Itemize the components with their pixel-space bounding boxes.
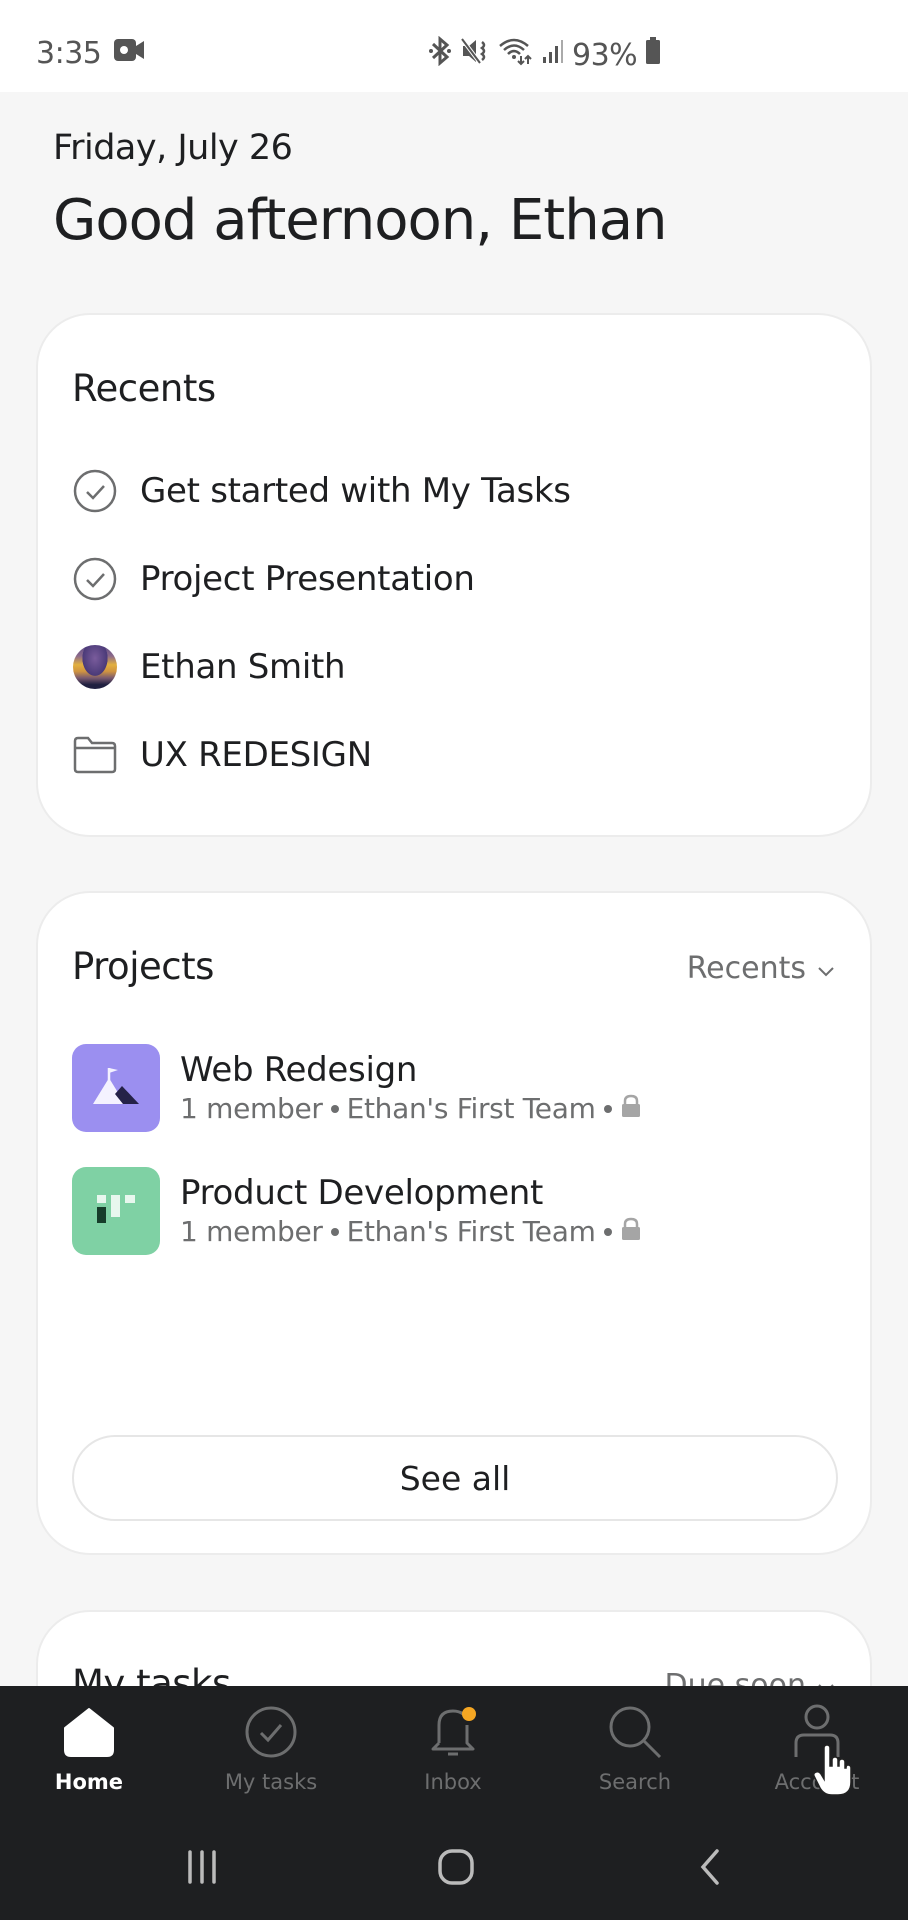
user-avatar-image <box>73 645 117 689</box>
sort-label: Recents <box>686 951 806 986</box>
status-bar: 3:35 93% <box>0 0 908 92</box>
projects-card: Projects Recents Web Redesign 1 member E… <box>36 891 872 1555</box>
bell-icon <box>425 1704 481 1760</box>
separator-dot <box>330 1105 339 1113</box>
greeting-heading: Good afternoon, Ethan <box>53 188 668 253</box>
search-icon <box>606 1704 664 1760</box>
battery-icon <box>645 36 661 74</box>
battery-percent: 93% <box>572 37 638 73</box>
status-right: 93% <box>428 35 661 74</box>
notification-badge <box>462 1707 476 1721</box>
project-text: Product Development 1 member Ethan's Fir… <box>180 1172 642 1250</box>
separator-dot <box>603 1105 612 1113</box>
date-label: Friday, July 26 <box>53 128 293 168</box>
bottom-navigation: Home My tasks Inbox Search Account <box>0 1686 908 1920</box>
lock-icon <box>620 1091 642 1127</box>
mountain-flag-icon <box>91 1064 141 1112</box>
tab-label: Home <box>54 1770 124 1794</box>
back-chevron-icon <box>698 1848 722 1890</box>
recent-item[interactable]: Project Presentation <box>72 549 832 609</box>
project-name: Web Redesign <box>180 1050 418 1090</box>
project-team: Ethan's First Team <box>346 1092 596 1125</box>
recents-title: Recents <box>72 367 216 410</box>
tab-account[interactable]: Account <box>742 1704 892 1804</box>
tab-inbox[interactable]: Inbox <box>378 1704 528 1804</box>
system-navigation-bar <box>0 1814 908 1920</box>
project-tile <box>72 1044 160 1132</box>
check-circle-icon <box>244 1704 298 1760</box>
signal-icon <box>542 37 564 73</box>
recent-item-label: Get started with My Tasks <box>140 471 571 511</box>
project-meta: 1 member Ethan's First Team <box>180 1214 642 1250</box>
check-circle-icon <box>72 468 118 514</box>
recents-card: Recents Get started with My Tasks Projec… <box>36 313 872 837</box>
projects-sort-dropdown[interactable]: Recents <box>687 951 836 986</box>
tab-label: Inbox <box>424 1770 482 1794</box>
mute-icon <box>460 36 490 74</box>
folder-icon <box>72 732 118 778</box>
project-members: 1 member <box>180 1215 323 1248</box>
tab-label: Search <box>598 1770 672 1794</box>
recent-apps-button[interactable] <box>162 1844 242 1894</box>
recent-item-label: Project Presentation <box>140 559 475 599</box>
wifi-icon <box>498 36 534 74</box>
recent-item-label: Ethan Smith <box>140 647 346 687</box>
projects-title: Projects <box>72 945 214 988</box>
recent-item-label: UX REDESIGN <box>140 735 372 775</box>
home-circle-icon <box>437 1848 475 1890</box>
home-system-button[interactable] <box>416 1844 496 1894</box>
bluetooth-icon <box>428 35 452 74</box>
check-circle-icon <box>72 556 118 602</box>
tab-my-tasks[interactable]: My tasks <box>196 1704 346 1804</box>
recent-item[interactable]: Ethan Smith <box>72 637 832 697</box>
chevron-down-icon <box>816 951 836 986</box>
lock-icon <box>620 1214 642 1250</box>
project-team: Ethan's First Team <box>346 1215 596 1248</box>
separator-dot <box>330 1228 339 1236</box>
project-text: Web Redesign 1 member Ethan's First Team <box>180 1049 642 1127</box>
back-button[interactable] <box>670 1844 750 1894</box>
status-left: 3:35 <box>36 36 145 71</box>
status-time: 3:35 <box>36 36 102 71</box>
person-icon <box>792 1704 842 1760</box>
project-name: Product Development <box>180 1173 544 1213</box>
nav-tabs: Home My tasks Inbox Search Account <box>0 1686 908 1812</box>
video-record-icon <box>113 36 145 71</box>
avatar <box>72 644 118 690</box>
home-icon <box>61 1704 117 1760</box>
project-item[interactable]: Web Redesign 1 member Ethan's First Team <box>72 1043 832 1133</box>
recent-item[interactable]: Get started with My Tasks <box>72 461 832 521</box>
recent-apps-icon <box>184 1850 220 1888</box>
tab-label: My tasks <box>224 1770 318 1794</box>
recent-item[interactable]: UX REDESIGN <box>72 725 832 785</box>
tab-label: Account <box>774 1770 860 1794</box>
project-members: 1 member <box>180 1092 323 1125</box>
see-all-button[interactable]: See all <box>72 1435 838 1521</box>
tab-home[interactable]: Home <box>14 1704 164 1804</box>
project-item[interactable]: Product Development 1 member Ethan's Fir… <box>72 1166 832 1256</box>
project-tile <box>72 1167 160 1255</box>
project-meta: 1 member Ethan's First Team <box>180 1091 642 1127</box>
board-icon <box>91 1189 141 1233</box>
tab-search[interactable]: Search <box>560 1704 710 1804</box>
separator-dot <box>603 1228 612 1236</box>
